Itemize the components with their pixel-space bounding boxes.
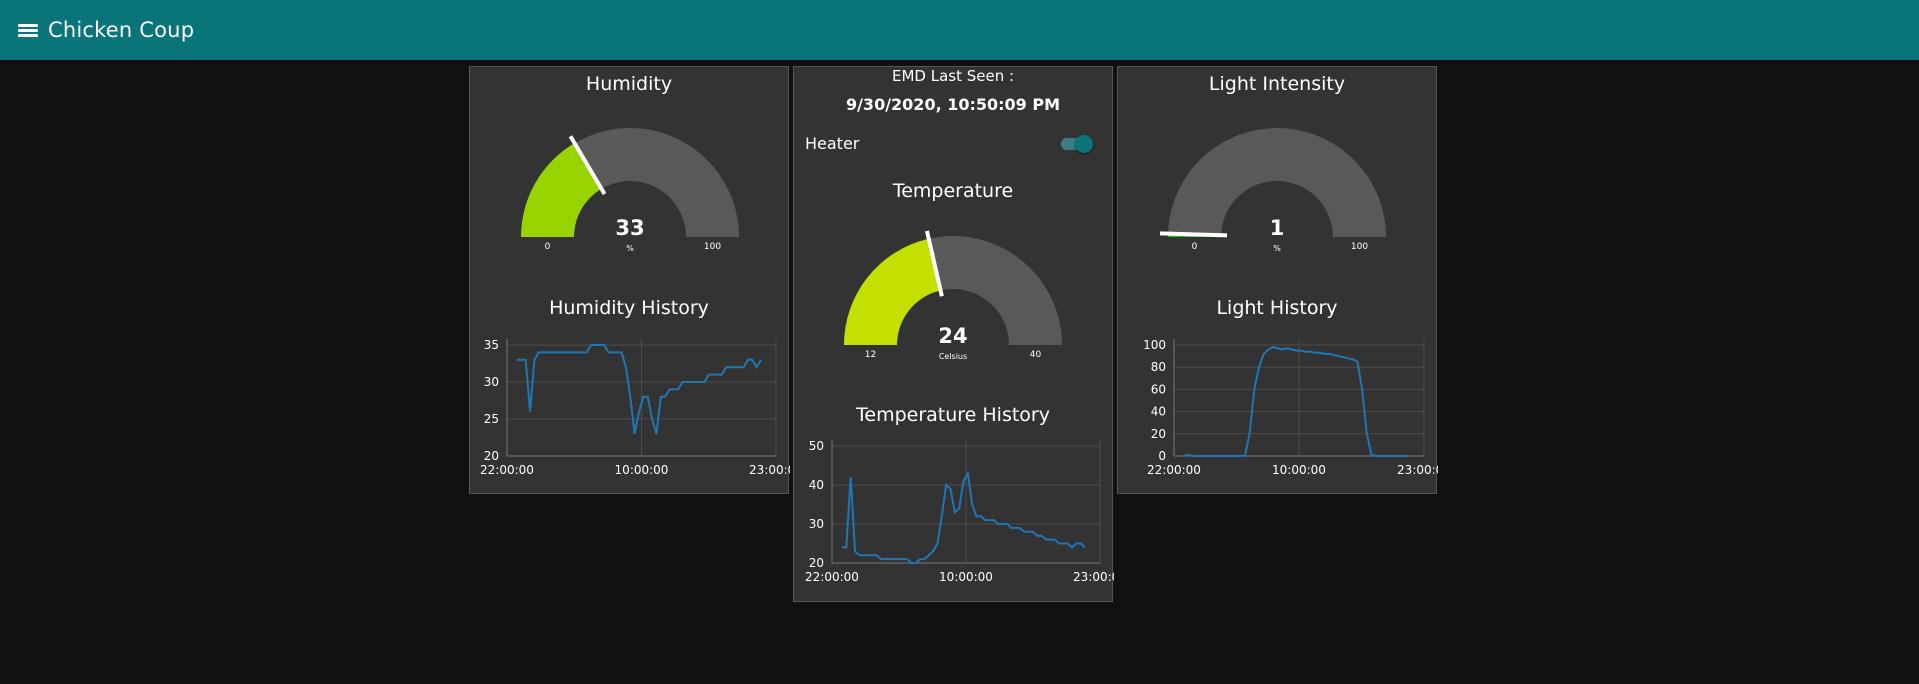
temperature-history-chart: 20 30 40 50 22:00:00 10:00:00 23:00:00	[805, 439, 1114, 584]
gauge-min-label: 12	[865, 350, 876, 360]
x-tick-label: 23:00:00	[1073, 570, 1114, 584]
y-tick-label: 0	[1158, 449, 1166, 463]
series-line	[517, 344, 762, 435]
gauge-max-label: 40	[1030, 350, 1042, 360]
humidity-gauge-title: Humidity	[585, 73, 673, 95]
x-tick-label: 10:00:00	[939, 570, 993, 584]
heater-toggle-thumb	[1075, 135, 1093, 153]
emd-last-seen-value: 9/30/2020, 10:50:09 PM	[845, 95, 1061, 114]
humidity-gauge: 33 % 0 100	[521, 128, 739, 253]
gauge-units: %	[1273, 244, 1281, 253]
light-card: Light Intensity 1 % 0 100 Light History …	[1117, 66, 1438, 494]
y-tick-label: 50	[809, 439, 824, 453]
light-history-chart: 0 20 40 60 80 100 22:00:00 10:00:00 23:00:00	[1143, 338, 1438, 477]
y-tick-label: 20	[809, 556, 824, 570]
gauge-units: %	[626, 244, 634, 253]
series-line	[842, 470, 1086, 564]
humidity-history-title: Humidity History	[549, 297, 709, 319]
y-tick-label: 100	[1143, 338, 1166, 352]
emd-last-seen-label: EMD Last Seen :	[891, 67, 1015, 85]
humidity-card: Humidity 33 % 0 100 Humidity History 20 2…	[469, 66, 790, 494]
x-tick-label: 22:00:00	[1147, 463, 1201, 477]
y-tick-label: 80	[1151, 360, 1166, 374]
temperature-gauge-title: Temperature	[892, 180, 1014, 202]
light-gauge: 1 % 0 100	[1159, 128, 1386, 253]
gauge-max-label: 100	[1351, 242, 1368, 252]
y-tick-label: 20	[484, 449, 499, 463]
gauge-min-label: 0	[1192, 242, 1198, 252]
center-card: EMD Last Seen : 9/30/2020, 10:50:09 PM H…	[793, 66, 1114, 602]
heater-toggle[interactable]	[1059, 135, 1093, 153]
y-tick-label: 20	[1151, 427, 1166, 441]
gauge-value: 24	[938, 324, 967, 348]
y-tick-label: 40	[809, 478, 824, 492]
y-tick-label: 30	[484, 375, 499, 389]
x-tick-label: 10:00:00	[1272, 463, 1326, 477]
light-history-title: Light History	[1216, 297, 1338, 319]
x-tick-label: 22:00:00	[805, 570, 859, 584]
gauge-value: 33	[615, 216, 644, 240]
heater-label: Heater	[805, 134, 860, 153]
top-bar: Chicken Coup	[0, 0, 1919, 60]
hamburger-menu-icon[interactable]	[18, 22, 40, 38]
gauge-fill-arc	[844, 238, 941, 345]
gauge-max-label: 100	[704, 242, 721, 252]
y-tick-label: 30	[809, 517, 824, 531]
x-tick-label: 23:00:00	[749, 463, 790, 477]
gauge-value: 1	[1270, 216, 1285, 240]
series-line	[1183, 346, 1409, 457]
x-tick-label: 23:00:00	[1397, 463, 1438, 477]
humidity-history-chart: 20 25 30 35 22:00:00 10:00:00 23:00:00	[480, 338, 790, 477]
x-tick-label: 22:00:00	[480, 463, 534, 477]
app-title: Chicken Coup	[48, 18, 195, 42]
gauge-units: Celsius	[939, 352, 967, 361]
y-tick-label: 60	[1151, 382, 1166, 396]
light-gauge-title: Light Intensity	[1208, 73, 1346, 95]
y-tick-label: 40	[1151, 405, 1166, 419]
gauge-needle	[1159, 231, 1228, 238]
y-tick-label: 35	[484, 338, 499, 352]
temperature-history-title: Temperature History	[856, 404, 1050, 426]
x-tick-label: 10:00:00	[615, 463, 669, 477]
y-tick-label: 25	[484, 412, 499, 426]
temperature-gauge: 24 Celsius 12 40	[844, 230, 1062, 361]
gauge-min-label: 0	[545, 242, 551, 252]
